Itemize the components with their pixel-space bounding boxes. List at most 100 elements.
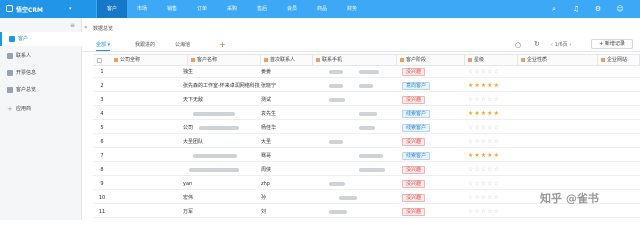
user-icon[interactable]: ☺: [616, 5, 624, 13]
search-icon[interactable]: ⌕: [550, 5, 558, 13]
table-row[interactable]: 7 骞哥 线索客户 ★★★★★: [93, 150, 640, 162]
table-row[interactable]: 4 袁先生 线索客户 ★★★★★: [93, 108, 640, 120]
nav-item-7[interactable]: 商品: [307, 0, 337, 18]
search-icon[interactable]: ○: [515, 41, 521, 49]
nav-item-2[interactable]: 销售: [157, 0, 187, 18]
table-row[interactable]: 9 yan zhp 没兴趣 ☆☆☆☆☆: [93, 178, 640, 190]
star-rating[interactable]: ★★★★★: [468, 108, 500, 120]
star-rating[interactable]: ☆☆☆☆☆: [468, 122, 500, 134]
table-row[interactable]: 3 天下无敌 测试 没兴趣 ☆☆☆☆☆: [93, 94, 640, 106]
column-header-5[interactable]: 星级: [465, 55, 518, 66]
new-record-button[interactable]: + 新增记录: [591, 39, 633, 49]
app-logo-area[interactable]: 悟空CRM ▾: [0, 0, 96, 18]
star-icon[interactable]: ★: [494, 152, 500, 159]
tab-label: 我跟进的: [135, 42, 156, 48]
row-number: 7: [100, 153, 104, 159]
plus-icon: +: [7, 105, 13, 113]
tab-0[interactable]: 全部 ▾: [96, 39, 111, 51]
customer-stage-badge: 线索客户: [402, 124, 431, 132]
nav-item-5[interactable]: 售后: [247, 0, 277, 18]
table-row[interactable]: 6 大圣团队 大圣 没兴趣 ☆☆☆☆☆: [93, 136, 640, 148]
star-rating[interactable]: ☆☆☆☆☆: [468, 192, 500, 204]
gear-icon[interactable]: ⚙: [594, 5, 602, 13]
customer-stage-badge: 没兴趣: [402, 68, 426, 76]
row-number: 2: [100, 83, 104, 89]
sidebar-item-2[interactable]: 开票信息: [0, 66, 82, 80]
field-icon: [521, 57, 525, 62]
back-icon[interactable]: «: [84, 24, 88, 31]
table-row[interactable]: 8 周侠 没兴趣 ☆☆☆☆☆: [93, 164, 640, 176]
next-page-icon[interactable]: ›: [568, 42, 571, 48]
row-number: 10: [98, 195, 106, 201]
sidebar-item-1[interactable]: 联系人: [0, 49, 82, 63]
sidebar-item-3[interactable]: 客户总览: [0, 83, 82, 97]
column-header-3[interactable]: 联系手机: [313, 55, 397, 66]
star-icon[interactable]: ☆: [494, 208, 500, 215]
nav-item-0[interactable]: 客户: [97, 0, 127, 18]
refresh-icon[interactable]: ↻: [534, 40, 540, 48]
star-rating[interactable]: ☆☆☆☆☆: [468, 178, 500, 190]
column-header-label: 客户名称: [197, 57, 218, 63]
tab-2[interactable]: 公海池: [175, 39, 190, 51]
table-row[interactable]: 11 万军刘没兴趣 ☆☆☆☆☆: [93, 206, 640, 218]
watermark: 知乎 @雀书: [540, 192, 599, 205]
nav-item-4[interactable]: 采购: [217, 0, 247, 18]
customer-stage-badge: 线索客户: [402, 110, 431, 118]
sidebar-item-label: 客户总览: [16, 87, 37, 93]
column-header-0[interactable]: 公司全称: [111, 55, 188, 66]
column-header-2[interactable]: 首次联系人: [261, 55, 313, 66]
column-header-1[interactable]: 客户名称: [188, 55, 261, 66]
star-rating[interactable]: ★★★★★: [468, 80, 500, 92]
sidebar-item-0[interactable]: 客户: [0, 32, 82, 46]
sidebar: ≡ 客户联系人开票信息客户总览 + 应用商: [0, 18, 82, 220]
row-number: 6: [100, 139, 104, 145]
column-header-label: 企业网站: [607, 57, 628, 63]
table-row[interactable]: 5 公司 杨佳华 线索客户 ☆☆☆☆☆: [93, 122, 640, 134]
tab-1[interactable]: 我跟进的: [135, 39, 155, 51]
select-all-checkbox[interactable]: [97, 58, 102, 63]
star-icon[interactable]: ★: [494, 82, 500, 89]
redacted-value: [193, 154, 237, 158]
field-icon: [316, 57, 320, 62]
first-contact: 姜姜: [261, 69, 272, 75]
column-header-4[interactable]: 客户阶段: [397, 55, 465, 66]
star-icon[interactable]: ★: [494, 110, 500, 117]
nav-item-3[interactable]: 订单: [187, 0, 217, 18]
star-icon[interactable]: ☆: [494, 68, 500, 75]
table-row[interactable]: 1 独生 姜姜 没兴趣 ☆☆☆☆☆: [93, 66, 640, 78]
bell-icon[interactable]: ♫: [572, 5, 580, 13]
star-rating[interactable]: ☆☆☆☆☆: [468, 94, 500, 106]
star-rating[interactable]: ☆☆☆☆☆: [468, 66, 500, 78]
page-indicator: 1/6页: [554, 42, 568, 48]
star-rating[interactable]: ☆☆☆☆☆: [468, 206, 500, 218]
sidebar-item-label: 联系人: [16, 53, 32, 59]
star-rating[interactable]: ★★★★★: [468, 150, 500, 162]
star-icon[interactable]: ☆: [494, 96, 500, 103]
star-icon[interactable]: ☆: [494, 180, 500, 187]
redacted-value: [329, 70, 343, 74]
top-icons: ⌕ ♫ ⚙ ☺: [550, 5, 630, 13]
star-icon[interactable]: ☆: [494, 194, 500, 201]
collapse-icon[interactable]: ≡: [70, 22, 75, 29]
app-title: 悟空CRM: [16, 7, 43, 14]
redacted-value: [359, 168, 385, 172]
nav-item-6[interactable]: 会员: [277, 0, 307, 18]
table-row[interactable]: 2 张先森的工作室-怀来卓润网络科技 张晓宁 意向客户 ★★★★★: [93, 80, 640, 92]
chevron-down-icon: ▾: [106, 42, 111, 48]
add-tab-icon[interactable]: +: [219, 39, 226, 51]
star-icon[interactable]: ☆: [494, 138, 500, 145]
customer-icon: [9, 36, 15, 42]
sidebar-item-4[interactable]: + 应用商: [0, 102, 82, 116]
redacted-value: [359, 112, 377, 116]
redacted-value: [339, 196, 357, 200]
star-rating[interactable]: ☆☆☆☆☆: [468, 136, 500, 148]
star-icon[interactable]: ☆: [494, 166, 500, 173]
row-number: 4: [100, 111, 104, 117]
star-icon[interactable]: ☆: [494, 124, 500, 131]
nav-item-8[interactable]: 财务: [337, 0, 367, 18]
column-header-6[interactable]: 企业性质: [518, 55, 598, 66]
column-header-7[interactable]: 企业网站: [598, 55, 640, 66]
pager[interactable]: ‹ 1/6页 ›: [551, 41, 571, 48]
nav-item-1[interactable]: 市场: [127, 0, 157, 18]
star-rating[interactable]: ☆☆☆☆☆: [468, 164, 500, 176]
